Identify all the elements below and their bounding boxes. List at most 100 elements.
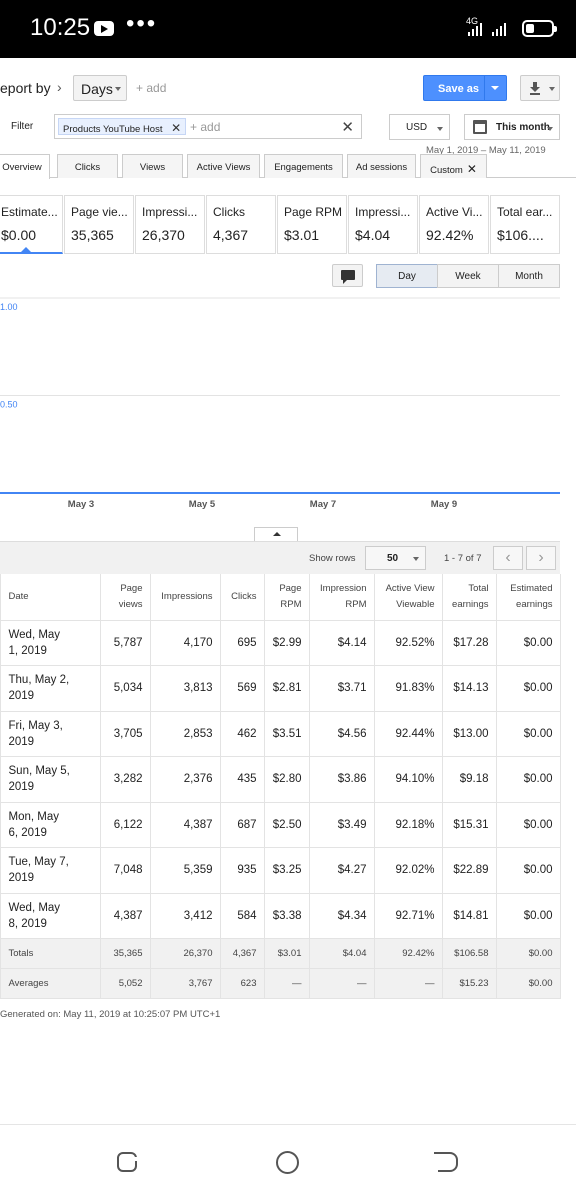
calendar-icon bbox=[473, 120, 487, 134]
table-cell: 5,359 bbox=[150, 847, 221, 894]
column-header[interactable]: Total earnings bbox=[442, 574, 497, 621]
table-cell: $17.28 bbox=[442, 620, 497, 666]
column-header-text: Total bbox=[468, 582, 489, 594]
button-label: Week bbox=[455, 271, 481, 282]
table-cell: 3,705 bbox=[100, 711, 151, 757]
table-cell: 4,367 bbox=[220, 938, 265, 969]
next-page-button[interactable]: › bbox=[526, 546, 556, 570]
column-header-text: Clicks bbox=[231, 590, 257, 602]
column-header-text: earnings bbox=[452, 598, 489, 610]
recent-apps-icon[interactable] bbox=[117, 1152, 138, 1172]
column-header[interactable]: Clicks bbox=[220, 574, 265, 621]
tab-engagements[interactable]: Engagements bbox=[264, 154, 343, 178]
table-cell: — bbox=[309, 968, 375, 999]
column-header[interactable]: Impressions bbox=[150, 574, 221, 621]
filter-input[interactable]: Products YouTube Host ✕ + add ✕ bbox=[54, 114, 362, 139]
table-cell: 935 bbox=[220, 847, 265, 894]
column-header-text: Date bbox=[8, 590, 29, 602]
date-range-dropdown[interactable]: This month bbox=[464, 114, 560, 140]
close-icon[interactable]: ✕ bbox=[171, 121, 181, 135]
tab-overview[interactable]: Overview bbox=[0, 154, 50, 179]
close-icon[interactable]: ✕ bbox=[467, 162, 477, 176]
table-cell: $9.18 bbox=[442, 756, 497, 803]
y-tick-label: 0.50 bbox=[0, 400, 18, 410]
column-header[interactable]: Date bbox=[0, 574, 101, 621]
clear-filter-icon[interactable]: ✕ bbox=[341, 118, 354, 136]
table-row: Fri, May 3, 2019 3,705 2,853 462 $3.51 $4.56 92… bbox=[0, 711, 561, 757]
table-cell: $2.80 bbox=[264, 756, 310, 803]
totals-label: Totals bbox=[0, 938, 101, 969]
table-cell: $106.58 bbox=[442, 938, 497, 969]
table-row: Mon, May 6, 2019 6,122 4,387 687 $2.50 $3.49 92… bbox=[0, 802, 561, 848]
rows-per-page-dropdown[interactable]: 50 bbox=[365, 546, 426, 570]
table-cell: 3,813 bbox=[150, 665, 221, 712]
filter-chip[interactable]: Products YouTube Host ✕ bbox=[58, 118, 187, 135]
table-cell: $0.00 bbox=[496, 847, 561, 894]
card-estimated-earnings[interactable]: Estimate... $0.00 bbox=[0, 195, 63, 254]
previous-page-button[interactable]: ‹ bbox=[493, 546, 523, 570]
card-label: Clicks bbox=[213, 205, 245, 219]
card-total-earnings[interactable]: Total ear... $106.... bbox=[490, 195, 560, 254]
table-row: Tue, May 7, 2019 7,048 5,359 935 $3.25 $4.27 92… bbox=[0, 847, 561, 894]
table-cell: $3.01 bbox=[264, 938, 310, 969]
card-page-views[interactable]: Page vie... 35,365 bbox=[64, 195, 134, 254]
tab-label: Custom bbox=[430, 165, 463, 176]
table-cell: 26,370 bbox=[150, 938, 221, 969]
card-clicks[interactable]: Clicks 4,367 bbox=[206, 195, 276, 254]
card-impressions[interactable]: Impressi... 26,370 bbox=[135, 195, 205, 254]
table-cell: 91.83% bbox=[374, 665, 443, 712]
tab-active-views[interactable]: Active Views bbox=[187, 154, 260, 178]
column-header[interactable]: Estimated earnings bbox=[496, 574, 561, 621]
table-row: Wed, May 1, 2019 5,787 4,170 695 $2.99 $4.14 92… bbox=[0, 620, 561, 666]
chevron-down-icon bbox=[115, 87, 121, 91]
tab-custom[interactable]: Custom ✕ bbox=[420, 154, 487, 178]
save-as-button[interactable]: Save as bbox=[423, 75, 507, 101]
column-header-text: Viewable bbox=[396, 598, 435, 610]
table-cell: 92.44% bbox=[374, 711, 443, 757]
table-cell: 92.42% bbox=[374, 938, 443, 969]
tab-views[interactable]: Views bbox=[122, 154, 183, 178]
back-icon[interactable] bbox=[434, 1152, 458, 1172]
table-cell: 4,387 bbox=[150, 802, 221, 848]
table-cell: $4.56 bbox=[309, 711, 375, 757]
table-cell: 5,787 bbox=[100, 620, 151, 666]
granularity-day-button[interactable]: Day bbox=[376, 264, 438, 288]
card-page-rpm[interactable]: Page RPM $3.01 bbox=[277, 195, 347, 254]
system-navigation-bar bbox=[0, 1124, 576, 1200]
table-cell: 584 bbox=[220, 893, 265, 939]
currency-dropdown[interactable]: USD bbox=[389, 114, 450, 140]
card-impression-rpm[interactable]: Impressi... $4.04 bbox=[348, 195, 418, 254]
card-label: Active Vi... bbox=[426, 205, 483, 219]
add-dimension-link[interactable]: + add bbox=[136, 81, 166, 95]
dimension-value: Days bbox=[81, 81, 113, 97]
tab-clicks[interactable]: Clicks bbox=[57, 154, 118, 178]
column-header[interactable]: Active View Viewable bbox=[374, 574, 443, 621]
signal-icon-2 bbox=[492, 22, 506, 36]
add-filter-link[interactable]: + add bbox=[190, 120, 220, 134]
card-value: $0.00 bbox=[1, 227, 37, 243]
annotation-button[interactable] bbox=[332, 264, 363, 287]
save-options-chevron-icon[interactable] bbox=[491, 86, 499, 90]
column-header[interactable]: Impression RPM bbox=[309, 574, 375, 621]
granularity-month-button[interactable]: Month bbox=[498, 264, 560, 288]
date-text: Mon, May bbox=[8, 810, 60, 823]
column-header[interactable]: Page RPM bbox=[264, 574, 310, 621]
home-icon[interactable] bbox=[276, 1151, 299, 1174]
collapse-chart-toggle[interactable] bbox=[254, 527, 298, 541]
date-text: Fri, May 3, bbox=[8, 719, 63, 732]
dimension-dropdown[interactable]: Days bbox=[73, 75, 127, 101]
download-button[interactable] bbox=[520, 75, 560, 101]
comment-icon bbox=[341, 270, 355, 284]
table-cell: 3,282 bbox=[100, 756, 151, 803]
card-active-view-viewable[interactable]: Active Vi... 92.42% bbox=[419, 195, 489, 254]
table-cell: 3,767 bbox=[150, 968, 221, 999]
table-cell: $0.00 bbox=[496, 756, 561, 803]
granularity-week-button[interactable]: Week bbox=[437, 264, 499, 288]
tab-ad-sessions[interactable]: Ad sessions bbox=[347, 154, 416, 178]
date-text: Tue, May 7, bbox=[8, 856, 69, 869]
column-header[interactable]: Page views bbox=[100, 574, 151, 621]
date-cell: Tue, May 7, 2019 bbox=[0, 847, 101, 894]
chevron-down-icon bbox=[549, 87, 555, 91]
table-cell: $3.25 bbox=[264, 847, 310, 894]
table-cell: 3,412 bbox=[150, 893, 221, 939]
